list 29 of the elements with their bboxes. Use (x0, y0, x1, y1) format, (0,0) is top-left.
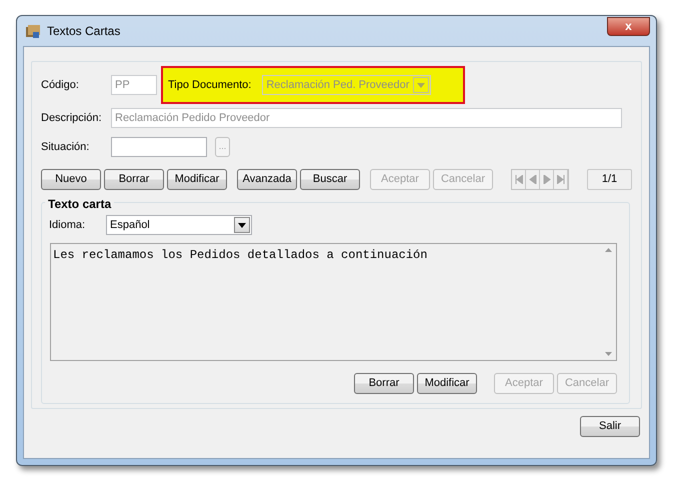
field-label: Situación: (41, 140, 90, 155)
field-label: Idioma: (49, 218, 86, 233)
button[interactable]: Modificar (167, 169, 227, 190)
letter-text-area[interactable]: Les reclamamos los Pedidos detallados a continuación (50, 243, 617, 361)
caret-icon (417, 82, 426, 88)
window-title: Textos Cartas (47, 23, 120, 40)
close-button[interactable]: x (607, 16, 650, 36)
caret-icon (238, 222, 246, 228)
button[interactable]: Modificar (417, 373, 477, 394)
field-label: Descripción: (41, 110, 103, 126)
record-counter: 1/1 (587, 169, 632, 190)
previous-icon[interactable] (528, 175, 536, 184)
last-icon[interactable] (556, 175, 564, 184)
field-label: Código: (41, 78, 80, 93)
button[interactable]: Buscar (300, 169, 360, 190)
field-label: Tipo Documento: (168, 78, 252, 93)
button[interactable]: Avanzada (237, 169, 297, 190)
language-dropdown[interactable]: Español (106, 215, 252, 235)
scroll-down-icon[interactable] (604, 352, 612, 356)
button[interactable]: Salir (580, 416, 640, 437)
button[interactable]: Borrar (354, 373, 414, 394)
button[interactable]: Borrar (104, 169, 164, 190)
status-field[interactable] (111, 137, 207, 157)
button[interactable]: Nuevo (41, 169, 101, 190)
cards-icon (25, 23, 41, 39)
next-icon[interactable] (542, 175, 550, 184)
first-icon[interactable] (514, 175, 522, 184)
scroll-up-icon[interactable] (604, 248, 612, 252)
record-navigator[interactable] (511, 169, 569, 190)
